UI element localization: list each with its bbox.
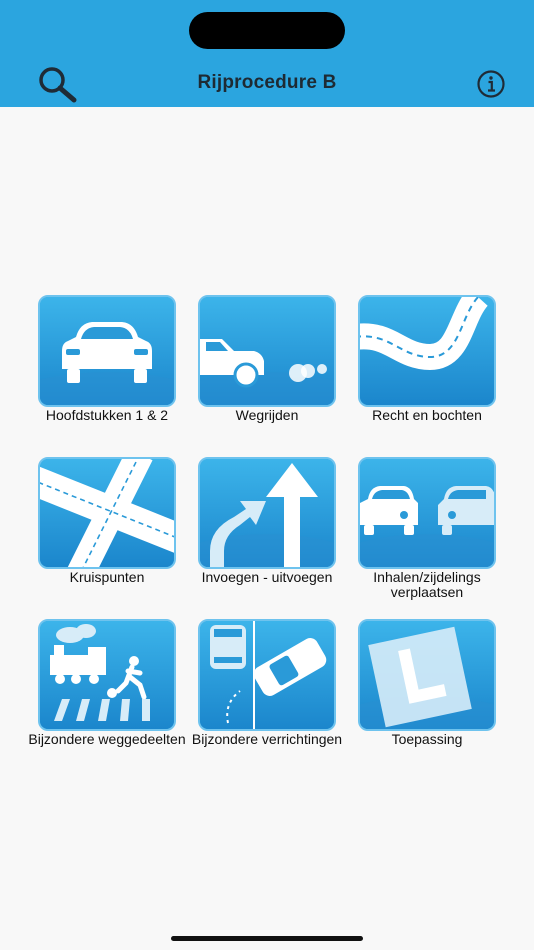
top-bar: Rijprocedure B (0, 0, 534, 107)
tile-label: Bijzondere verrichtingen (191, 731, 343, 747)
car-driving-away-icon (200, 297, 334, 405)
tile-kruispunten[interactable] (38, 457, 176, 569)
tile-toepassing[interactable] (358, 619, 496, 731)
tile-hoofdstukken[interactable] (38, 295, 176, 407)
overtaking-cars-icon (360, 459, 494, 567)
tile-recht-en-bochten[interactable] (358, 295, 496, 407)
tile-invoegen-uitvoegen[interactable] (198, 457, 336, 569)
tile-label: Invoegen - uitvoegen (201, 569, 333, 585)
tile-label: Kruispunten (69, 569, 145, 585)
tile-bijzondere-verrichtingen[interactable] (198, 619, 336, 731)
tile-label: Hoofdstukken 1 & 2 (45, 407, 169, 423)
tile-label: Bijzondere weggedeelten (28, 731, 186, 747)
car-front-icon (40, 297, 174, 405)
info-icon (477, 70, 505, 98)
train-crossing-icon (40, 621, 174, 729)
crossroads-icon (40, 459, 174, 567)
tile-label: Inhalen/zijdelings verplaatsen (373, 569, 481, 600)
parking-maneuver-icon (200, 621, 334, 729)
tile-bijzondere-weggedeelten[interactable] (38, 619, 176, 731)
tile-inhalen[interactable] (358, 457, 496, 569)
page-title: Rijprocedure B (197, 72, 337, 93)
camera-notch (189, 12, 345, 49)
tile-label: Recht en bochten (372, 407, 482, 423)
info-button[interactable] (474, 69, 508, 99)
merge-arrows-icon (200, 459, 334, 567)
learner-plate-icon (360, 621, 494, 729)
winding-road-icon (360, 297, 494, 405)
tile-label: Toepassing (391, 731, 463, 747)
tile-wegrijden[interactable] (198, 295, 336, 407)
tile-label: Wegrijden (235, 407, 299, 423)
home-indicator[interactable] (171, 936, 363, 941)
